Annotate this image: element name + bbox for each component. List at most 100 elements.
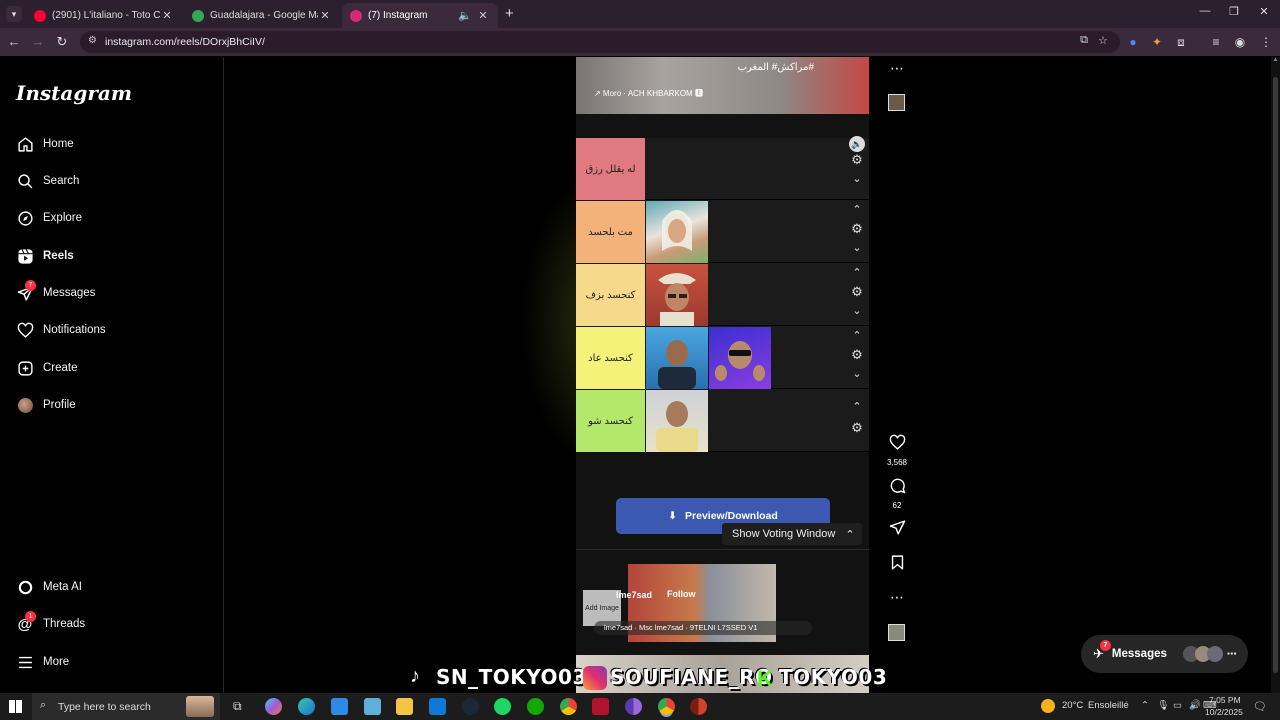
store-icon[interactable] [331, 698, 348, 715]
tab-google-maps[interactable]: Guadalajara - Google Maps ✕ [184, 3, 340, 28]
chevron-down-icon[interactable]: ⌄ [849, 367, 865, 380]
close-tab-icon[interactable]: ✕ [160, 9, 174, 22]
bookmark-star-icon[interactable]: ☆ [1098, 34, 1108, 47]
media-control-icon[interactable]: ≡ [1208, 34, 1224, 50]
app-icon[interactable] [592, 698, 609, 715]
audio-thumbnail[interactable] [888, 94, 905, 111]
back-icon[interactable]: ← [6, 34, 22, 50]
chrome-icon[interactable] [560, 698, 577, 715]
chevron-up-icon[interactable]: ⌃ [849, 329, 865, 342]
notifications-icon[interactable]: 🗨 [1253, 700, 1267, 713]
person-photo[interactable] [646, 201, 708, 263]
reel-music[interactable]: ↗ Moro · ACH KHBARKOM 🅴 [594, 88, 703, 99]
forward-icon[interactable]: → [30, 34, 46, 50]
gear-icon[interactable]: ⚙ [849, 420, 865, 436]
weather-temp[interactable]: 20°C [1062, 700, 1083, 711]
edge-icon[interactable] [298, 698, 315, 715]
outlook-icon[interactable] [429, 698, 446, 715]
browser-menu-icon[interactable]: ⋮ [1258, 34, 1274, 50]
chevron-down-icon[interactable]: ⌄ [849, 304, 865, 317]
chevron-up-icon[interactable]: ⌃ [849, 400, 865, 413]
page-scrollbar[interactable]: ▲ [1271, 57, 1280, 693]
clock-date[interactable]: 10/2/2025 [1205, 707, 1243, 717]
network-icon[interactable]: ▭ [1173, 700, 1182, 711]
nav-notifications[interactable]: Notifications [16, 318, 106, 342]
reel-username[interactable]: lme7sad [616, 590, 652, 600]
voting-window-toggle[interactable]: Show Voting Window ⌃ [722, 523, 862, 545]
nav-profile[interactable]: Profile [16, 393, 76, 417]
upwork-icon[interactable] [527, 698, 544, 715]
nav-messages[interactable]: 7 Messages [16, 280, 95, 305]
person-photo[interactable] [646, 264, 708, 326]
instagram-logo[interactable]: Instagram [16, 81, 132, 105]
close-tab-icon[interactable]: ✕ [476, 9, 490, 22]
new-tab-button[interactable]: + [505, 5, 514, 22]
scrollbar-thumb[interactable] [1273, 77, 1278, 673]
microphone-icon[interactable]: 🎙 [1157, 700, 1169, 711]
nav-create[interactable]: Create [16, 356, 78, 380]
extension-icon[interactable]: ● [1125, 34, 1141, 50]
nav-threads[interactable]: @ 1 Threads [16, 611, 85, 636]
person-photo[interactable] [646, 390, 708, 452]
share-button[interactable] [884, 519, 910, 541]
address-bar[interactable]: ⚙ instagram.com/reels/DOrxjBhCiIV/ ⧉ ☆ [80, 31, 1120, 53]
scroll-up-icon[interactable]: ▲ [1271, 57, 1280, 63]
gear-icon[interactable]: ⚙ [849, 221, 865, 237]
volume-icon[interactable]: 🔊 [1189, 700, 1201, 711]
speaker-icon[interactable]: 🔈 [458, 9, 472, 22]
close-window-icon[interactable]: ✕ [1254, 5, 1274, 21]
comment-button[interactable]: 62 [884, 477, 910, 510]
taskbar-search[interactable]: ⌕ Type here to search [32, 693, 220, 720]
speaker-icon[interactable]: 🔈 [849, 136, 865, 152]
follow-button[interactable]: Follow [667, 589, 696, 599]
chrome-active-icon[interactable] [658, 698, 675, 715]
previous-reel-preview[interactable]: مراكش# المغرب# ↗ Moro · ACH KHBARKOM 🅴 [576, 57, 869, 114]
chevron-up-icon[interactable]: ⌃ [849, 203, 865, 216]
audio-thumbnail[interactable] [888, 624, 905, 641]
close-tab-icon[interactable]: ✕ [318, 9, 332, 22]
chevron-down-icon[interactable]: ⌄ [849, 241, 865, 254]
gear-icon[interactable]: ⚙ [849, 152, 865, 168]
task-view-icon[interactable]: ⧉ [233, 699, 242, 714]
weather-sun-icon[interactable] [1041, 699, 1055, 713]
tab-youtube[interactable]: (2901) L'italiano - Toto Cutugno ✕ [26, 3, 182, 28]
nav-reels[interactable]: Reels [16, 244, 74, 268]
steam-icon[interactable] [462, 698, 479, 715]
nav-more[interactable]: More [16, 650, 69, 674]
like-button[interactable]: 3,568 [884, 434, 910, 467]
chevron-up-icon[interactable]: ⌃ [849, 266, 865, 279]
windows-start-icon[interactable] [9, 700, 22, 713]
install-app-icon[interactable]: ⧉ [1080, 34, 1088, 47]
save-button[interactable] [884, 554, 910, 576]
tab-search-button[interactable]: ▾ [6, 6, 22, 22]
nav-search[interactable]: Search [16, 169, 79, 193]
reload-icon[interactable]: ↻ [54, 34, 70, 50]
next-reel-preview[interactable]: Add Image lme7sad Follow lme7sad · Msc l… [576, 549, 869, 655]
gear-icon[interactable]: ⚙ [849, 347, 865, 363]
chrome-canary-icon[interactable] [690, 698, 707, 715]
notepad-icon[interactable] [364, 698, 381, 715]
extensions-puzzle-icon[interactable]: ⧈ [1173, 34, 1189, 50]
reel-music[interactable]: lme7sad · Msc lme7sad · 9TELNI L7SSED V1 [594, 621, 812, 635]
messages-pill[interactable]: ✈ 7 Messages ⋯ [1081, 635, 1248, 673]
profile-avatar-icon[interactable]: ◉ [1232, 34, 1248, 50]
nav-home[interactable]: Home [16, 132, 74, 156]
weather-text[interactable]: Ensoleillé [1088, 700, 1129, 711]
chevron-down-icon[interactable]: ⌄ [849, 172, 865, 185]
tray-chevron-icon[interactable]: ⌃ [1141, 700, 1149, 711]
person-photo[interactable] [646, 327, 708, 389]
extension-icon[interactable]: ✦ [1149, 34, 1165, 50]
clock-time[interactable]: 7:05 PM [1209, 695, 1241, 705]
tab-instagram[interactable]: (7) Instagram 🔈 ✕ [342, 3, 498, 28]
more-options-icon[interactable]: ⋯ [884, 589, 910, 606]
reel-player[interactable]: مراكش# المغرب# ↗ Moro · ACH KHBARKOM 🅴 ل… [576, 57, 869, 693]
copilot-icon[interactable] [265, 698, 282, 715]
nav-explore[interactable]: Explore [16, 206, 82, 230]
minimize-icon[interactable]: — [1195, 5, 1215, 21]
chrome-profile-icon[interactable] [625, 698, 642, 715]
more-options-icon[interactable]: ⋯ [884, 60, 910, 77]
nav-meta-ai[interactable]: Meta AI [16, 575, 82, 599]
site-info-icon[interactable]: ⚙ [88, 35, 97, 46]
restore-icon[interactable]: ❐ [1224, 5, 1244, 21]
file-explorer-icon[interactable] [396, 698, 413, 715]
